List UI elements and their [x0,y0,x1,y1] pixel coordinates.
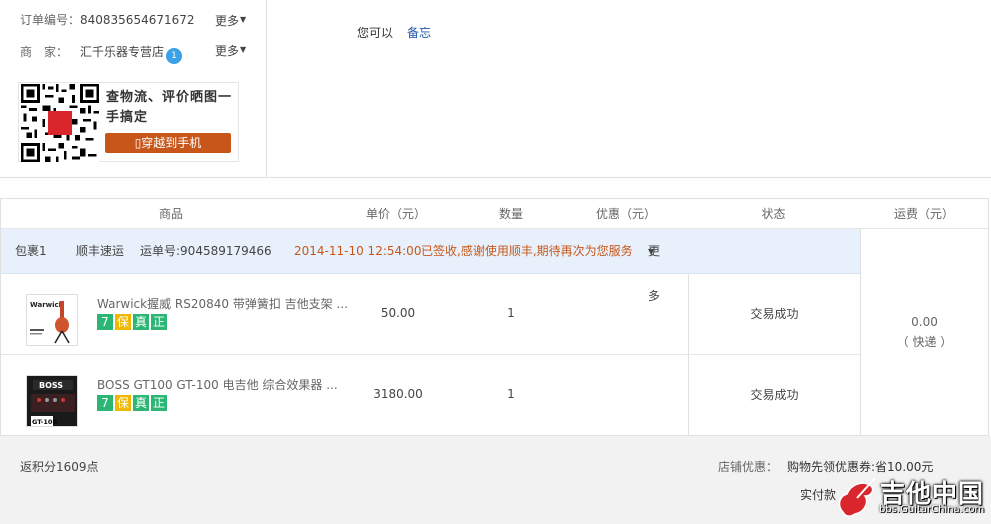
qr-code-icon [21,84,99,162]
genuine-icon[interactable]: 真 [133,314,149,330]
header-product: 商品 [158,207,183,221]
order-number-row: 订单编号：840835654671672 [20,10,195,30]
thumb-brand-text: Warwick [30,301,64,309]
send-to-phone-label: 穿越到手机 [141,136,202,150]
trade-status: 交易成功 [688,355,860,435]
wangwang-chat-icon[interactable]: 1 [166,48,183,64]
header-quantity: 数量 [498,207,523,221]
qr-promo-text: 查物流、评价晒图一手搞定 [106,90,233,125]
chevron-down-icon: ▼ [648,247,655,256]
product-thumbnail[interactable]: BOSS GT-100 [26,375,78,427]
guarantee-icon[interactable]: 保 [115,395,131,411]
memo-link[interactable]: 备忘 [407,26,431,40]
authentic-icon[interactable]: 正 [151,314,167,330]
send-to-phone-button[interactable]: ▯穿越到手机 [105,133,231,153]
chevron-down-icon: ▼ [240,45,247,54]
header-freight: 运费（元） [893,207,954,221]
delivery-time: 2014-11-10 12:54:00 [294,244,422,258]
authentic-icon[interactable]: 正 [151,395,167,411]
order-number-label: 订单编号： [20,13,81,27]
quantity: 1 [507,306,515,320]
header-status: 状态 [761,207,786,221]
chevron-down-icon: ▼ [240,15,247,24]
thumb-model-text: GT-100 [32,418,57,426]
seller-row: 商 家： 汇千乐器专营店 1 [20,42,183,64]
product-thumbnail[interactable]: Warwick [26,294,78,346]
freight-cell: 0.00 （ 快递 ） [860,229,988,436]
order-info-panel: 订单编号：840835654671672 更多▼ 商 家： 汇千乐器专营店 1 更多… [0,0,267,178]
freight-value: 0.00 [911,315,938,329]
guitar-logo-icon [838,477,876,517]
order-more-button[interactable]: 更多▼ [215,10,246,30]
memo-prefix: 您可以 [357,26,394,40]
package-row: 包裹1 顺丰速运 运单号:904589179466 2014-11-10 12:… [1,229,860,303]
delivery-status-message: 已签收,感谢使用顺丰,期待再次为您服务 [421,244,633,258]
service-tags: 7保真正 [97,395,169,411]
seller-more-label: 更多 [215,44,240,58]
table-row: BOSS GT-100 BOSS GT100 GT-100 电吉他 综合效果器 … [1,355,860,436]
package-carrier: 顺丰速运 [76,244,125,258]
memo-note: 您可以 备忘 [357,24,431,41]
mobile-qr-box: 查物流、评价晒图一手搞定 ▯穿越到手机 [18,82,239,162]
trade-status: 交易成功 [688,274,860,354]
order-more-label: 更多 [215,14,240,28]
order-number-value: 840835654671672 [80,13,195,27]
points-reward: 返积分1609点 [20,460,99,474]
thumb-brand-text: BOSS [39,381,63,390]
header-discount: 优惠（元） [595,207,656,221]
table-header: 商品 单价（元） 数量 优惠（元） 状态 运费（元） [1,199,988,229]
paid-amount-label: 实付款 [800,488,837,502]
seller-more-button[interactable]: 更多▼ [215,40,246,60]
freight-type: （ 快递 ） [896,335,953,349]
tracking-number: 运单号:904589179466 [140,244,272,258]
table-row: Warwick Warwick握威 RS20840 带弹簧扣 吉他支架 ... … [1,274,860,355]
watermark-url: bbs.GuitarChina.com [879,504,985,515]
unit-price: 50.00 [380,306,416,320]
guitar-stand-image: Warwick [27,295,77,345]
quantity: 1 [507,387,515,401]
product-title-link[interactable]: BOSS GT100 GT-100 电吉他 综合效果器 ... [97,376,338,393]
genuine-icon[interactable]: 真 [133,395,149,411]
site-watermark: 吉他中国 bbs.GuitarChina.com [835,470,991,524]
seller-name-link[interactable]: 汇千乐器专营店 [80,45,164,59]
order-info-section: 订单编号：840835654671672 更多▼ 商 家： 汇千乐器专营店 1 更多… [0,0,991,178]
seven-day-return-icon[interactable]: 7 [97,395,113,411]
seller-label: 商 家： [20,45,69,59]
order-items-table: 商品 单价（元） 数量 优惠（元） 状态 运费（元） 包裹1 顺丰速运 运单号:… [0,198,989,436]
shop-discount-label: 店铺优惠： [718,460,779,474]
product-title-link[interactable]: Warwick握威 RS20840 带弹簧扣 吉他支架 ... [97,295,348,312]
guarantee-icon[interactable]: 保 [115,314,131,330]
package-name: 包裹1 [15,244,47,258]
effects-pedal-image: BOSS GT-100 [27,376,77,426]
unit-price: 3180.00 [373,387,423,401]
seven-day-return-icon[interactable]: 7 [97,314,113,330]
header-unit-price: 单价（元） [365,207,426,221]
service-tags: 7保真正 [97,314,169,330]
